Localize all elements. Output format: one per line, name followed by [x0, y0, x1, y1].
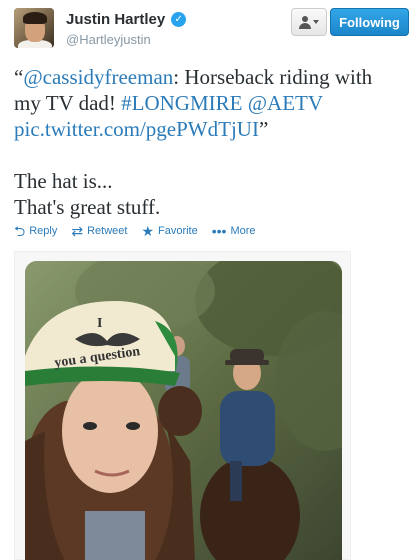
reply-icon: ⮌: [14, 223, 26, 239]
hashtag-link[interactable]: #LONGMIRE: [121, 91, 242, 115]
favorite-label: Favorite: [158, 225, 198, 237]
tweet-line-3: pic.twitter.com/pgePWdTjUI”: [14, 116, 409, 142]
more-dots-icon: •••: [211, 223, 227, 239]
user-icon: [299, 15, 311, 29]
tweet-line-2: my TV dad! #LONGMIRE @AETV: [14, 90, 409, 116]
tweet-header: Justin Hartley ✓ @Hartleyjustin Followin…: [0, 0, 419, 56]
hat-text-top: I: [97, 316, 102, 331]
user-handle[interactable]: @Hartleyjustin: [66, 32, 151, 47]
display-name[interactable]: Justin Hartley: [66, 11, 165, 28]
favorite-action[interactable]: ★ Favorite: [141, 224, 197, 238]
tweet-actions: ⮌ Reply ⇄ Retweet ★ Favorite ••• More: [14, 224, 256, 238]
reply-label: Reply: [29, 225, 58, 237]
tweet-text-segment: my TV dad!: [14, 91, 122, 115]
tweet-photo[interactable]: I you a question: [25, 261, 342, 560]
more-label: More: [230, 225, 256, 237]
name-row: Justin Hartley ✓: [66, 11, 187, 28]
star-icon: ★: [141, 223, 154, 239]
following-button[interactable]: Following: [330, 8, 409, 36]
media-link[interactable]: pic.twitter.com/pgePWdTjUI: [14, 117, 259, 141]
reply-action[interactable]: ⮌ Reply: [14, 224, 57, 238]
retweet-action[interactable]: ⇄ Retweet: [71, 224, 127, 238]
mention-link-2[interactable]: @AETV: [248, 91, 323, 115]
tweet-text: “@cassidyfreeman: Horseback riding with …: [14, 64, 409, 220]
quote-close: ”: [258, 117, 269, 141]
quote-open: “: [14, 65, 24, 89]
chevron-down-icon: [313, 20, 319, 24]
photo-illustration: I you a question: [25, 261, 342, 560]
retweet-label: Retweet: [87, 225, 128, 237]
tweet-line-4: The hat is...: [14, 169, 113, 193]
tweet-line-1: “@cassidyfreeman: Horseback riding with: [14, 64, 409, 90]
retweet-icon: ⇄: [71, 223, 84, 239]
tweet-line-5: That's great stuff.: [14, 195, 161, 219]
verified-badge-icon: ✓: [171, 12, 187, 27]
mention-link[interactable]: @cassidyfreeman: [23, 65, 173, 89]
user-actions-dropdown[interactable]: [291, 8, 327, 36]
more-action[interactable]: ••• More: [212, 224, 256, 238]
tweet-text-segment: : Horseback riding with: [173, 65, 373, 89]
media-container: I you a question: [14, 251, 351, 560]
avatar[interactable]: [14, 8, 54, 48]
